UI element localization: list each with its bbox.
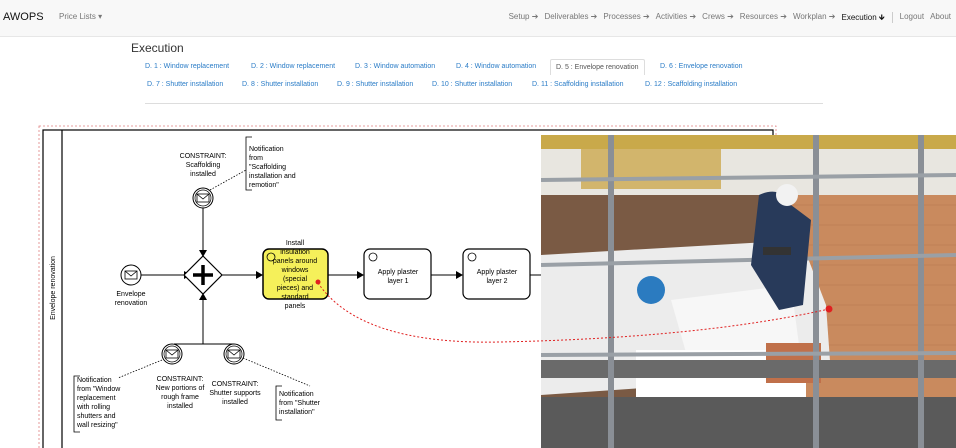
association-b1 [117, 359, 163, 379]
notification-b2-label: Notification from "Shutter installation" [279, 391, 321, 416]
bottom-message-event-1[interactable] [161, 343, 183, 365]
constraint-b2-label: CONSTRAINT: Shutter supports installed [209, 381, 261, 406]
start-event[interactable] [120, 264, 142, 286]
top-message-event[interactable] [192, 187, 214, 209]
bottom-message-event-2[interactable] [223, 343, 245, 365]
lane-label: Envelope renovation [50, 256, 57, 320]
notification-left-label: Notification from "Window replacement with … [76, 377, 121, 429]
constraint-b1-label: CONSTRAINT: New portions of rough frame ins… [156, 376, 205, 410]
constraint-top-label: CONSTRAINT: Scaffolding installed [180, 153, 227, 178]
link-marker [315, 279, 321, 285]
construction-site-photo [541, 135, 956, 448]
start-event-label: Envelope renovation [115, 291, 148, 307]
notification-top-label: Notification from "Scaffolding installation… [249, 146, 296, 189]
site-photo[interactable] [541, 135, 956, 448]
